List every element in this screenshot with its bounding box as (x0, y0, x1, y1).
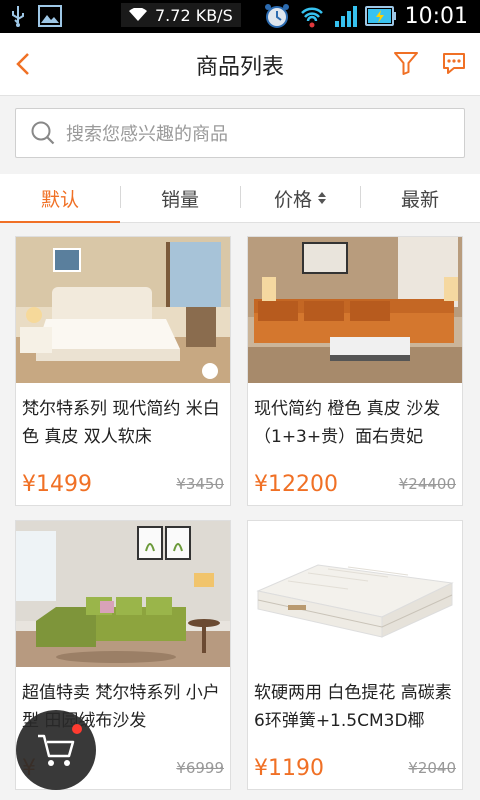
usb-icon (12, 6, 24, 27)
filter-icon (394, 52, 418, 75)
tab-label: 默认 (40, 188, 79, 211)
net-speed-box: 7.72 KB/S (121, 3, 241, 27)
tab-default[interactable]: 默认 (0, 174, 120, 223)
cart-badge (72, 724, 82, 734)
filter-button[interactable] (392, 49, 422, 79)
original-price: ¥24400 (398, 475, 456, 493)
product-image-bed (16, 237, 230, 383)
battery-icon (364, 6, 396, 26)
chat-icon (443, 53, 465, 74)
original-price: ¥6999 (176, 759, 224, 777)
sort-tabs: 默认 销量 价格 最新 (0, 174, 480, 223)
shopping-cart-icon (38, 734, 75, 766)
product-card[interactable]: 软硬两用 白色提花 高碳素6环弹簧+1.5CM3D椰 ¥1190 ¥2040 (247, 520, 463, 790)
search-placeholder: 搜索您感兴趣的商品 (66, 124, 228, 145)
product-image-sofa (248, 237, 462, 383)
sort-icon (318, 192, 326, 204)
search-area: 搜索您感兴趣的商品 (0, 96, 480, 174)
image-icon (38, 5, 62, 27)
search-icon (31, 121, 55, 145)
cart-button[interactable] (16, 710, 96, 790)
product-price: ¥1190 (254, 756, 324, 781)
tab-label: 销量 (160, 188, 199, 211)
net-speed: 7.72 KB/S (155, 5, 233, 25)
signal-icon (334, 6, 357, 27)
alarm-icon (264, 4, 289, 28)
tab-label: 最新 (400, 188, 439, 211)
status-bar: 7.72 KB/S 10:01 (0, 0, 480, 33)
tab-price[interactable]: 价格 (240, 174, 360, 222)
product-name: 现代简约 橙色 真皮 沙发（1+3+贵）面右贵妃 (254, 399, 441, 447)
product-card[interactable]: 现代简约 橙色 真皮 沙发（1+3+贵）面右贵妃 ¥12200 ¥24400 (247, 236, 463, 506)
product-image-mattress (248, 521, 462, 667)
hotspot-icon (300, 7, 323, 28)
product-price: ¥1499 (22, 472, 92, 497)
tab-sales[interactable]: 销量 (120, 174, 240, 222)
product-name: 梵尔特系列 现代简约 米白色 真皮 双人软床 (22, 399, 220, 447)
app-header: 商品列表 (0, 33, 480, 96)
original-price: ¥3450 (176, 475, 224, 493)
message-button[interactable] (440, 49, 470, 79)
search-input[interactable]: 搜索您感兴趣的商品 (15, 108, 465, 158)
tab-label: 价格 (273, 188, 312, 211)
original-price: ¥2040 (408, 759, 456, 777)
wifi-icon (129, 8, 147, 21)
product-image-green-sofa (16, 521, 230, 667)
product-card[interactable]: 梵尔特系列 现代简约 米白色 真皮 双人软床 ¥1499 ¥3450 (15, 236, 231, 506)
product-price: ¥12200 (254, 472, 338, 497)
product-name: 软硬两用 白色提花 高碳素6环弹簧+1.5CM3D椰 (254, 683, 452, 731)
tab-newest[interactable]: 最新 (360, 174, 480, 222)
clock: 10:01 (404, 3, 468, 29)
